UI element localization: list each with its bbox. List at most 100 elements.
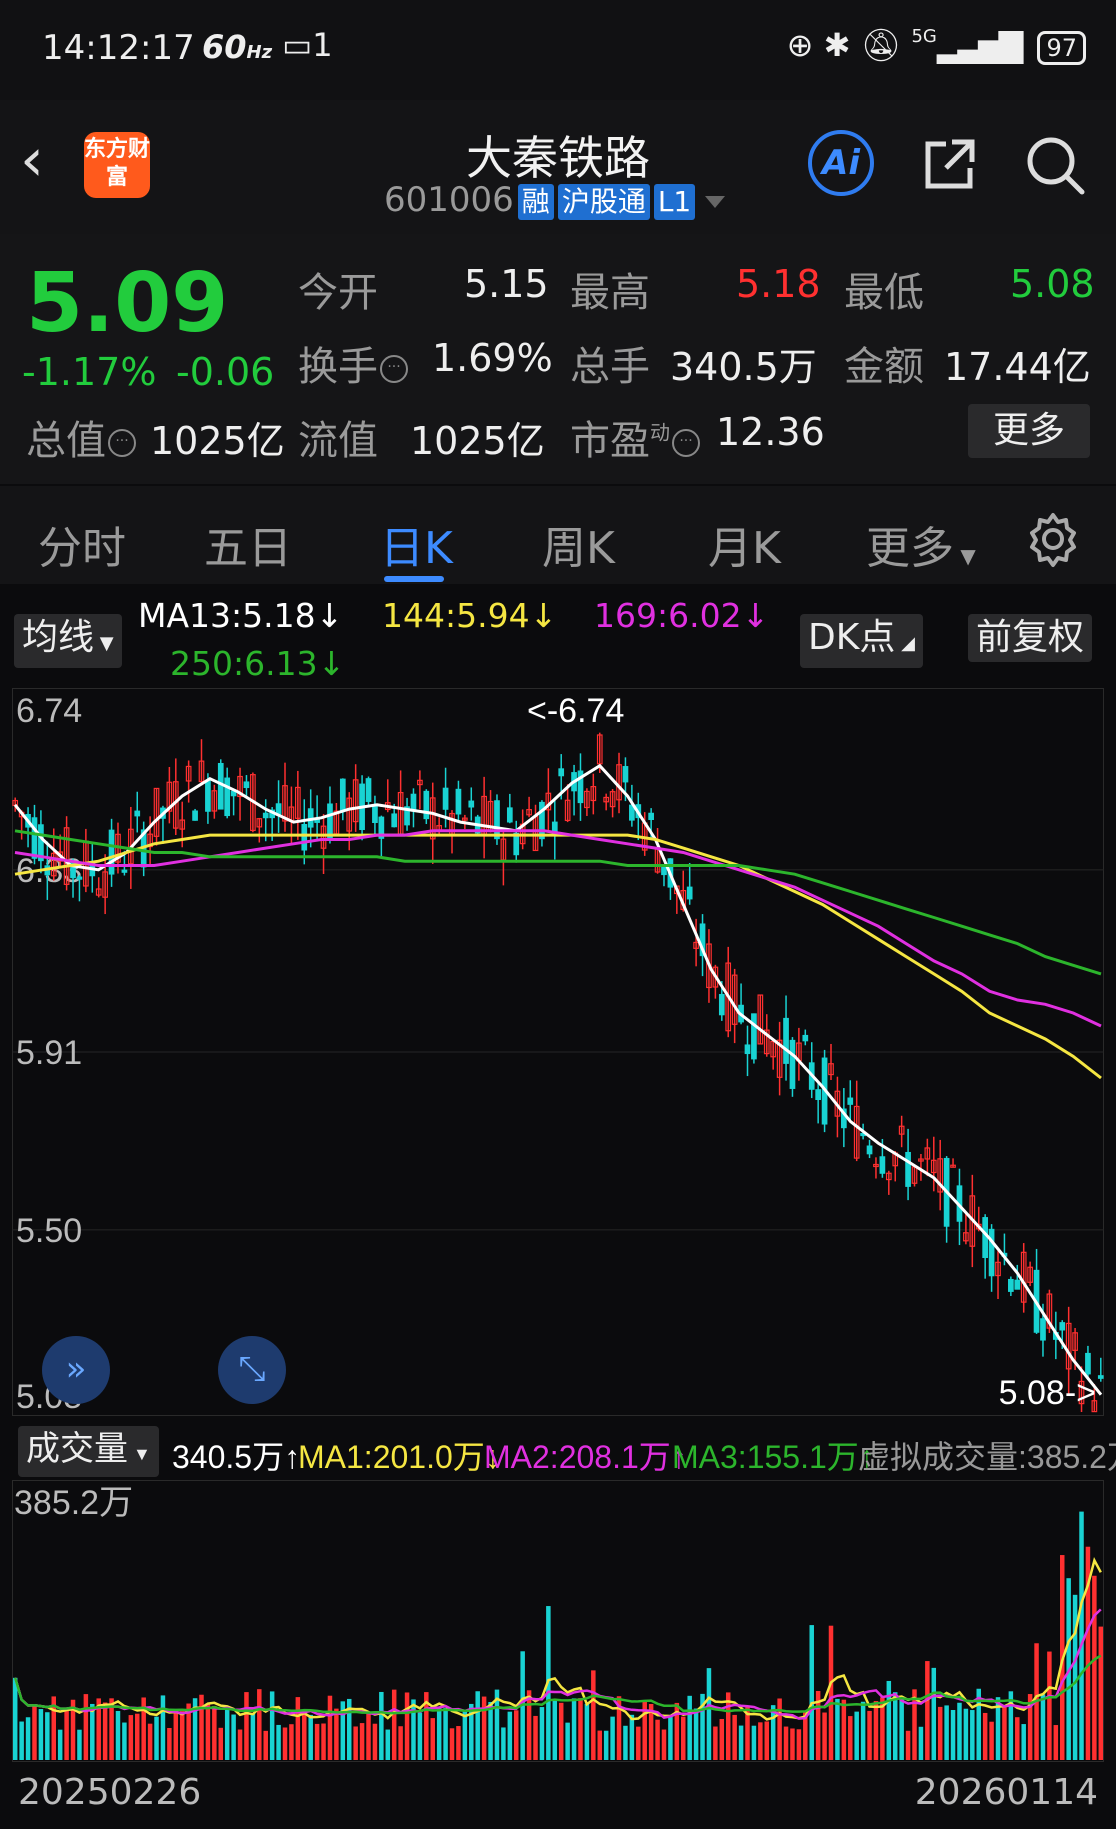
volume-bar xyxy=(796,1729,802,1760)
candle-body xyxy=(783,1017,789,1064)
volume-bar xyxy=(391,1689,397,1760)
candle-body xyxy=(410,793,417,812)
tab-intraday[interactable]: 分时 xyxy=(38,512,126,576)
volume-chart[interactable]: 385.2万 xyxy=(12,1480,1104,1762)
volume-legend: 成交量 ▼ 340.5万↑ MA1:201.0万↓ MA2:208.1万↑ MA… xyxy=(12,1424,1116,1480)
status-bar: 14:12:17 60Hz ▭1 ⊕ ✱ 🔕︎ 5G▂▃▅▇ 97 xyxy=(0,0,1116,100)
max-price-marker: <-6.74 xyxy=(527,692,624,730)
candle-body xyxy=(751,1013,757,1060)
info-icon: ··· xyxy=(108,429,136,457)
volume-bar xyxy=(269,1691,275,1760)
volume-bar xyxy=(854,1711,859,1760)
volume-bar xyxy=(957,1702,962,1760)
double-chevron-icon[interactable]: » xyxy=(42,1336,110,1404)
adjust-button[interactable]: 前复权 xyxy=(968,614,1093,662)
stock-code-row[interactable]: 601006 融沪股通 L1 xyxy=(384,180,726,220)
vol-ma3: MA3:155.1万↑ xyxy=(672,1439,875,1475)
ma-line-144 xyxy=(14,833,1102,1080)
candle-body xyxy=(1059,1322,1066,1331)
volume-bar xyxy=(925,1661,930,1760)
volume-bar xyxy=(636,1726,641,1760)
volume-bar xyxy=(1072,1594,1078,1760)
expand-icon[interactable]: ⤡ xyxy=(218,1336,286,1404)
volume-bar xyxy=(289,1724,294,1760)
tab-weekly-k[interactable]: 周K xyxy=(542,512,615,576)
share-icon[interactable] xyxy=(922,136,978,192)
tab-more[interactable]: 更多 ▼ xyxy=(866,512,976,576)
candle-body xyxy=(134,810,141,817)
turnover-value: 1.69% xyxy=(432,336,553,380)
volume-bar xyxy=(1021,1724,1026,1760)
volume-bar xyxy=(950,1710,956,1760)
tab-five-day[interactable]: 五日 xyxy=(204,512,292,576)
volume-bar xyxy=(404,1692,410,1760)
volume-bar xyxy=(102,1702,108,1760)
open-value: 5.15 xyxy=(464,262,549,306)
caret-down-icon: ▼ xyxy=(128,1444,151,1464)
volume-bar xyxy=(931,1667,937,1760)
volume-bar xyxy=(263,1730,268,1760)
volume-bar xyxy=(430,1718,435,1760)
volume-bar xyxy=(199,1694,204,1760)
volume-bar xyxy=(629,1714,635,1760)
volume-bar xyxy=(1047,1651,1052,1760)
min-price-marker: 5.08-> xyxy=(999,1374,1096,1412)
level-badge: L1 xyxy=(653,184,696,220)
more-quote-button[interactable]: 更多 xyxy=(968,404,1090,458)
volume-bar xyxy=(122,1722,127,1760)
ma-selector[interactable]: 均线 ▼ xyxy=(14,614,122,668)
battery-icon: 97 xyxy=(1037,31,1086,65)
y-tick-label: 5.50 xyxy=(16,1212,82,1250)
volume-bar xyxy=(501,1727,506,1760)
connect-badge: 沪股通 xyxy=(557,184,650,220)
volume-bar xyxy=(783,1726,789,1760)
candle-body xyxy=(648,812,654,821)
volume-bar xyxy=(790,1728,795,1760)
volume-bar xyxy=(539,1707,545,1760)
tab-daily-k[interactable]: 日K xyxy=(380,512,453,576)
volume-bar xyxy=(738,1725,744,1760)
tab-monthly-k[interactable]: 月K xyxy=(708,512,781,576)
stock-header: ‹ 东方财富 大秦铁路 601006 融沪股通 L1 Ai xyxy=(0,100,1116,234)
turnover-label[interactable]: 换手 ··· xyxy=(298,334,408,392)
high-value: 5.18 xyxy=(736,262,821,306)
volume-selector[interactable]: 成交量 ▼ xyxy=(18,1426,159,1477)
gear-icon[interactable] xyxy=(1024,510,1082,568)
volume-bar xyxy=(706,1668,712,1760)
volume-bar xyxy=(449,1728,455,1760)
volume-bar xyxy=(1098,1626,1104,1760)
y-tick-label: 6.74 xyxy=(16,692,82,730)
volume-bar xyxy=(886,1680,892,1760)
candle-body xyxy=(661,865,667,876)
volume-bar xyxy=(237,1729,243,1760)
volume-bar xyxy=(224,1707,230,1760)
volume-bar xyxy=(385,1729,391,1760)
volume-bar xyxy=(918,1726,924,1760)
pe-label[interactable]: 市盈动 ··· xyxy=(570,408,700,466)
volume-bar xyxy=(571,1698,577,1760)
volume-bar xyxy=(835,1698,840,1760)
candle-body xyxy=(718,993,725,1016)
candle-body xyxy=(224,777,231,817)
volume-bar xyxy=(578,1698,583,1760)
volume-bar xyxy=(610,1716,615,1760)
volume-bar xyxy=(764,1721,770,1760)
kline-chart[interactable]: 6.746.335.915.505.08<-6.745.08-> xyxy=(12,688,1104,1416)
candle-body xyxy=(1014,1279,1021,1290)
volume-bar xyxy=(758,1722,763,1760)
volume-bar xyxy=(77,1729,82,1760)
volume-bar xyxy=(179,1711,185,1760)
volume-bar xyxy=(661,1729,667,1760)
volume-value: 340.5万↑ xyxy=(172,1439,301,1475)
candle-body xyxy=(365,778,372,802)
candle-body xyxy=(262,812,269,819)
search-icon[interactable] xyxy=(1024,134,1086,196)
volume-bar xyxy=(295,1697,301,1760)
volume-bar xyxy=(327,1695,333,1760)
dk-point-button[interactable]: DK点 ◢ xyxy=(800,614,923,668)
ma-line-250 xyxy=(14,829,1102,976)
candle-body xyxy=(988,1228,995,1277)
volume-value: 340.5万 xyxy=(670,345,817,389)
ai-button[interactable]: Ai xyxy=(808,130,874,196)
mktcap-label[interactable]: 总值 ··· xyxy=(26,408,136,466)
